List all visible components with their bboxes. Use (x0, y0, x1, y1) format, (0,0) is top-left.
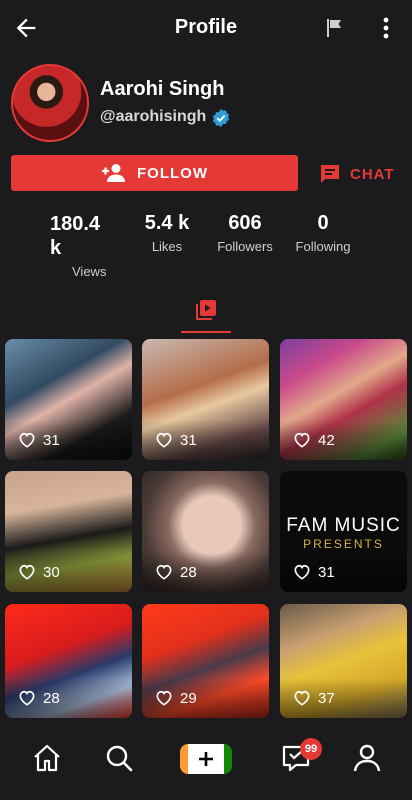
video-thumbnail[interactable]: 31 (5, 339, 132, 460)
like-count: 31 (154, 430, 197, 450)
like-count: 30 (17, 562, 60, 582)
stat-label: Likes (151, 239, 183, 254)
stat-value: 0 (317, 212, 329, 234)
heart-icon (19, 690, 35, 706)
stat-likes: 5.4 k Likes (132, 212, 202, 254)
stat-label: Following (295, 239, 351, 254)
add-person-icon (102, 164, 125, 182)
stat-views: 180.4 k Views (50, 212, 116, 279)
video-thumbnail[interactable]: 37 (280, 604, 407, 718)
like-count: 37 (292, 688, 335, 708)
active-tab-indicator (181, 331, 231, 333)
follow-button[interactable]: FOLLOW (11, 155, 298, 191)
profile-handle: @aarohisingh (100, 108, 207, 125)
home-icon[interactable] (31, 742, 63, 774)
stat-label: Followers (217, 239, 273, 254)
like-count: 31 (17, 430, 60, 450)
verified-badge-icon (212, 108, 230, 128)
chat-label: CHAT (350, 165, 395, 183)
top-bar: Profile (0, 0, 412, 56)
heart-icon (294, 690, 310, 706)
stat-label: Views (72, 264, 107, 279)
page-title: Profile (174, 16, 238, 38)
follow-label: FOLLOW (137, 164, 208, 182)
stat-value: 180.4 k (50, 213, 101, 259)
like-count: 31 (292, 562, 335, 582)
heart-icon (156, 564, 172, 580)
video-thumbnail[interactable]: 28 (5, 604, 132, 718)
profile-name: Aarohi Singh (100, 78, 225, 100)
like-count: 42 (292, 430, 335, 450)
plus-icon (199, 752, 213, 766)
avatar[interactable] (11, 64, 89, 142)
heart-icon (156, 690, 172, 706)
stat-following[interactable]: 0 Following (290, 212, 356, 254)
heart-icon (19, 564, 35, 580)
profile-icon[interactable] (351, 742, 383, 774)
heart-icon (294, 564, 310, 580)
like-count: 28 (17, 688, 60, 708)
chat-icon (321, 165, 339, 183)
more-options-icon[interactable] (376, 14, 396, 42)
video-title-line1: FAM MUSIC (286, 515, 401, 536)
report-flag-icon[interactable] (322, 16, 346, 40)
video-title-line2: PRESENTS (303, 537, 384, 551)
video-thumbnail[interactable]: 30 (5, 471, 132, 592)
video-thumbnail[interactable]: 28 (142, 471, 269, 592)
video-thumbnail[interactable]: 29 (142, 604, 269, 718)
like-count: 29 (154, 688, 197, 708)
stat-value: 606 (228, 212, 262, 234)
stat-value: 5.4 k (144, 212, 190, 234)
search-icon[interactable] (103, 742, 135, 774)
video-thumbnail[interactable]: 42 (280, 339, 407, 460)
chat-button[interactable]: CHAT (318, 160, 395, 188)
heart-icon (294, 432, 310, 448)
heart-icon (19, 432, 35, 448)
heart-icon (156, 432, 172, 448)
videos-tab-icon[interactable] (194, 298, 218, 322)
video-thumbnail[interactable]: 31 (142, 339, 269, 460)
notification-badge: 99 (300, 738, 322, 760)
stat-followers[interactable]: 606 Followers (212, 212, 278, 254)
video-thumbnail[interactable]: FAM MUSIC PRESENTS 31 (280, 471, 407, 592)
like-count: 28 (154, 562, 197, 582)
create-video-button[interactable] (180, 744, 232, 774)
